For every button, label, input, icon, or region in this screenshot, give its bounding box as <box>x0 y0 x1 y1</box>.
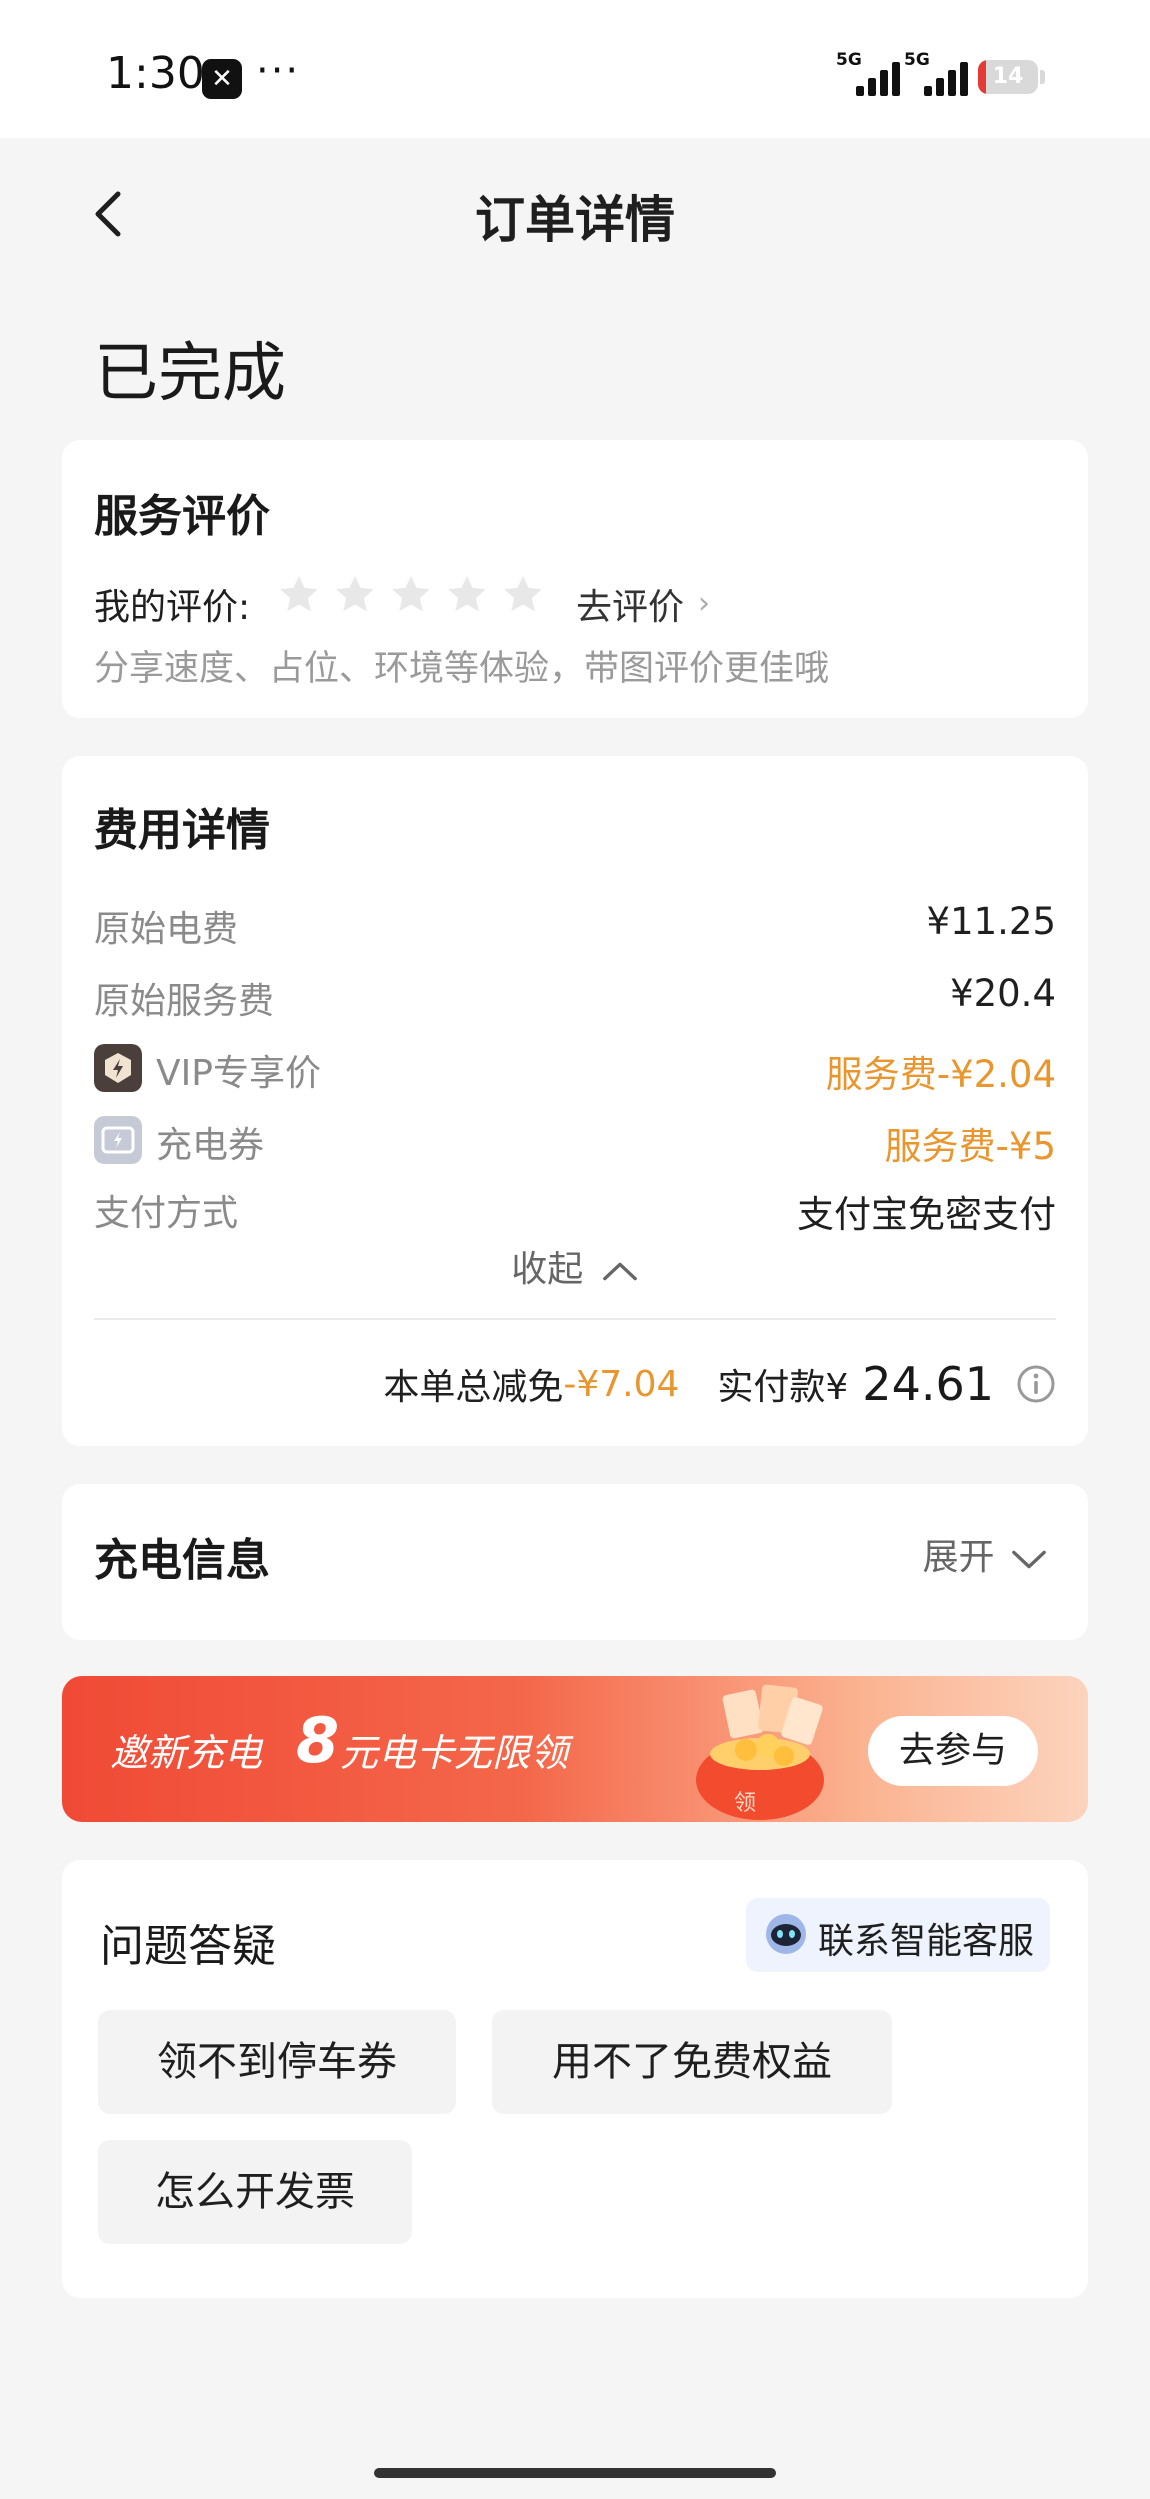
fee-title: 费用详情 <box>94 805 270 856</box>
battery-icon: 14 <box>978 60 1038 94</box>
fee-details-card: 费用详情 原始电费 ¥11.25 原始服务费 ¥20.4 VIP专享价 服务费-… <box>62 756 1088 1446</box>
fee-label: 原始服务费 <box>94 981 275 1022</box>
fee-label: 原始电费 <box>94 909 239 950</box>
fee-label: VIP专享价 <box>156 1053 321 1094</box>
rating-hint: 分享速度、占位、环境等体验，带图评价更佳哦 <box>94 649 830 689</box>
vip-icon <box>94 1044 142 1092</box>
fee-row-electricity: 原始电费 ¥11.25 <box>94 900 1056 950</box>
fee-row-vip: VIP专享价 服务费-¥2.04 <box>94 1044 1056 1096</box>
order-status: 已完成 <box>94 337 286 411</box>
total-discount-label: 本单总减免 <box>383 1367 564 1408</box>
paid-amount: 24.61 <box>862 1357 994 1411</box>
status-time: 1:30 <box>106 48 205 99</box>
fee-value: ¥11.25 <box>926 900 1056 943</box>
more-notifications-icon: ··· <box>256 48 301 94</box>
divider <box>94 1318 1056 1320</box>
rating-stars[interactable] <box>276 572 546 622</box>
fee-value: 服务费-¥2.04 <box>825 1053 1056 1096</box>
fee-row-payment: 支付方式 支付宝免密支付 <box>94 1184 1056 1236</box>
chevron-up-icon <box>602 1262 637 1281</box>
fee-label: 充电券 <box>156 1125 265 1166</box>
home-indicator[interactable] <box>374 2468 776 2478</box>
charging-info-card: 充电信息 展开 <box>62 1484 1088 1640</box>
banner-text-prefix: 邀新充电 <box>110 1731 263 1775</box>
robot-icon <box>766 1914 806 1954</box>
faq-title: 问题答疑 <box>100 1921 276 1972</box>
gift-char: 领 <box>734 1791 756 1816</box>
paid-label: 实付款¥ <box>717 1367 849 1408</box>
faq-chip[interactable]: 领不到停车券 <box>98 2010 456 2114</box>
star-icon[interactable] <box>388 572 434 618</box>
star-icon[interactable] <box>444 572 490 618</box>
chevron-down-icon <box>1012 1550 1046 1569</box>
banner-text-suffix: 元电卡无限领 <box>340 1731 569 1775</box>
charging-info-title: 充电信息 <box>94 1535 270 1586</box>
join-button[interactable]: 去参与 <box>868 1716 1038 1786</box>
contact-support-button[interactable]: 联系智能客服 <box>746 1898 1050 1972</box>
page-title: 订单详情 <box>475 191 675 249</box>
fee-row-coupon: 充电券 服务费-¥5 <box>94 1116 1056 1168</box>
star-icon[interactable] <box>332 572 378 618</box>
service-rating-card: 服务评价 我的评价: 去评价 › 分享速度、占位、环境等体验，带图评价更佳哦 <box>62 440 1088 718</box>
faq-card: 问题答疑 联系智能客服 领不到停车券 用不了免费权益 怎么开发票 <box>62 1860 1088 2298</box>
fee-label: 支付方式 <box>94 1193 239 1234</box>
signal-5g-icon: 5G <box>904 50 968 96</box>
rating-title: 服务评价 <box>94 491 270 542</box>
fee-value: 支付宝免密支付 <box>797 1193 1056 1236</box>
collapse-button[interactable]: 收起 <box>62 1240 1088 1292</box>
contact-support-label: 联系智能客服 <box>818 1921 1035 1962</box>
banner-amount: 8 <box>296 1704 340 1777</box>
signal-5g-icon: 5G <box>836 50 900 96</box>
my-rating-label: 我的评价: <box>94 587 251 628</box>
coupon-icon <box>94 1116 142 1164</box>
star-icon[interactable] <box>500 572 546 618</box>
expand-label: 展开 <box>922 1537 995 1578</box>
invite-promo-banner[interactable]: 邀新充电 8 元电卡无限领 领 去参与 <box>62 1676 1088 1822</box>
gift-bag-icon: 领 <box>696 1684 824 1820</box>
chevron-right-icon: › <box>698 586 710 621</box>
fee-value: 服务费-¥5 <box>884 1125 1056 1168</box>
faq-chip[interactable]: 用不了免费权益 <box>492 2010 892 2114</box>
fee-value: ¥20.4 <box>950 972 1056 1015</box>
faq-chip[interactable]: 怎么开发票 <box>98 2140 412 2244</box>
app-notification-icon: ✕ <box>202 59 242 99</box>
total-summary: 本单总减免 -¥7.04 实付款¥ 24.61 <box>383 1354 1056 1414</box>
battery-cap <box>1040 70 1045 84</box>
info-icon[interactable] <box>1016 1364 1056 1404</box>
star-icon[interactable] <box>276 572 322 618</box>
fee-row-service: 原始服务费 ¥20.4 <box>94 972 1056 1022</box>
status-bar: 1:30 ✕ ··· 5G 5G 14 <box>0 0 1150 138</box>
collapse-label: 收起 <box>511 1249 584 1290</box>
go-rate-link[interactable]: 去评价 <box>576 578 684 630</box>
total-discount-value: -¥7.04 <box>563 1363 680 1405</box>
expand-button[interactable]: 展开 <box>923 1528 1048 1580</box>
